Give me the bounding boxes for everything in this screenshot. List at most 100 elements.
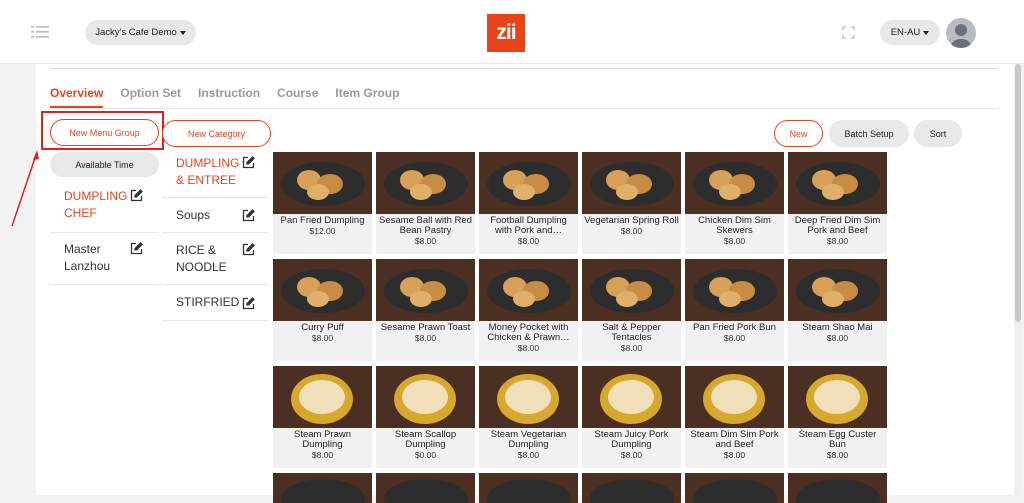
caret-down-icon: [923, 30, 930, 35]
menu-group-label: DUMPLING CHEF: [64, 189, 128, 220]
menu-item-card[interactable]: Sesame Prawn Toast $8.00: [376, 259, 475, 361]
menu-item-card[interactable]: Sesame Ball with Red Bean Pastry $8.00: [376, 152, 475, 254]
new-button[interactable]: New: [774, 120, 823, 147]
edit-icon[interactable]: [242, 297, 255, 310]
menu-item-card[interactable]: Steam Dim Sim Pork and Beef $8.00: [685, 366, 784, 468]
food-photo: [273, 152, 372, 214]
food-photo: [376, 259, 475, 321]
available-time-button[interactable]: Available Time: [50, 152, 159, 177]
menu-item-card[interactable]: [273, 473, 372, 503]
food-photo: [479, 366, 578, 428]
menu-item-card[interactable]: [788, 473, 887, 503]
food-photo: [685, 259, 784, 321]
edit-icon[interactable]: [242, 243, 255, 256]
menu-item-card[interactable]: Salt & Pepper Tentacles $8.00: [582, 259, 681, 361]
batch-setup-button[interactable]: Batch Setup: [829, 120, 909, 147]
item-price: $8.00: [723, 333, 746, 343]
item-price: $8.00: [311, 333, 334, 343]
menu-item-card[interactable]: Curry Puff $8.00: [273, 259, 372, 361]
menu-group-label: Master Lanzhou: [64, 242, 111, 273]
food-photo: [273, 473, 372, 503]
item-name: Football Dumpling with Pork and…: [490, 215, 567, 236]
item-name: Curry Puff: [301, 322, 344, 333]
item-name: Steam Dim Sim Pork and Beef: [690, 429, 779, 450]
item-price: $8.00: [723, 236, 746, 246]
tab-instruction[interactable]: Instruction: [198, 86, 260, 108]
main-content: Overview Option Set Instruction Course I…: [36, 64, 1018, 503]
item-price: $0.00: [414, 450, 437, 460]
tab-option-set[interactable]: Option Set: [120, 86, 181, 108]
edit-icon[interactable]: [242, 156, 255, 169]
food-photo: [376, 152, 475, 214]
food-photo: [273, 366, 372, 428]
language-selector[interactable]: EN-AU: [880, 20, 940, 45]
category-label: Soups: [176, 207, 211, 222]
menu-item-card[interactable]: Deep Fried Dim Sim Pork and Beef $8.00: [788, 152, 887, 254]
top-bar: Jacky's Cafe Demo zii EN-AU: [0, 0, 1024, 64]
food-photo: [788, 259, 887, 321]
food-photo: [582, 473, 681, 503]
item-price: $8.00: [723, 450, 746, 460]
category-item[interactable]: Soups: [162, 198, 268, 233]
menu-item-card[interactable]: [376, 473, 475, 503]
new-category-button[interactable]: New Category: [162, 120, 271, 147]
item-price: $8.00: [826, 450, 849, 460]
food-photo: [273, 259, 372, 321]
shop-selector[interactable]: Jacky's Cafe Demo: [85, 20, 196, 45]
menu-item-card[interactable]: Steam Shao Mai $8.00: [788, 259, 887, 361]
avatar[interactable]: [946, 18, 976, 48]
menu-item-card[interactable]: Steam Juicy Pork Dumpling $8.00: [582, 366, 681, 468]
menu-item-card[interactable]: Steam Egg Custer Bun $8.00: [788, 366, 887, 468]
item-price: $8.00: [311, 450, 334, 460]
sort-button[interactable]: Sort: [914, 120, 962, 147]
item-price: $8.00: [826, 333, 849, 343]
scrollbar[interactable]: [1014, 64, 1022, 495]
item-price: $12.00: [309, 226, 336, 236]
menu-item-card[interactable]: [479, 473, 578, 503]
category-item[interactable]: RICE & NOODLE: [162, 233, 268, 285]
menu-item-card[interactable]: Steam Vegetarian Dumpling $8.00: [479, 366, 578, 468]
tab-bar: Overview Option Set Instruction Course I…: [50, 86, 399, 108]
menu-item-card[interactable]: [685, 473, 784, 503]
menu-item-card[interactable]: Football Dumpling with Pork and… $8.00: [479, 152, 578, 254]
fullscreen-icon[interactable]: [842, 26, 855, 39]
scrollbar-thumb[interactable]: [1015, 64, 1021, 322]
edit-icon[interactable]: [130, 189, 143, 202]
food-photo: [788, 366, 887, 428]
food-photo: [582, 152, 681, 214]
edit-icon[interactable]: [242, 209, 255, 222]
item-name: Salt & Pepper Tentacles: [602, 322, 661, 343]
item-name: Vegetarian Spring Roll: [584, 215, 679, 226]
item-price: $8.00: [414, 333, 437, 343]
menu-item-card[interactable]: Steam Prawn Dumpling $8.00: [273, 366, 372, 468]
item-name: Deep Fried Dim Sim Pork and Beef: [794, 215, 881, 236]
tab-item-group[interactable]: Item Group: [335, 86, 399, 108]
item-price: $8.00: [517, 450, 540, 460]
edit-icon[interactable]: [130, 242, 143, 255]
item-name: Pan Fried Pork Bun: [693, 322, 776, 333]
category-item[interactable]: DUMPLING & ENTREE: [162, 147, 268, 198]
item-name: Pan Fried Dumpling: [280, 215, 365, 226]
item-name: Sesame Ball with Red Bean Pastry: [379, 215, 472, 236]
menu-item-card[interactable]: Pan Fried Pork Bun $8.00: [685, 259, 784, 361]
food-photo: [479, 259, 578, 321]
food-photo: [582, 259, 681, 321]
caret-down-icon: [179, 30, 186, 35]
item-name: Steam Egg Custer Bun: [798, 429, 877, 450]
menu-group-item[interactable]: Master Lanzhou: [50, 233, 159, 285]
tab-course[interactable]: Course: [277, 86, 318, 108]
item-name: Steam Vegetarian Dumpling: [490, 429, 567, 450]
food-photo: [376, 473, 475, 503]
menu-item-card[interactable]: Vegetarian Spring Roll $8.00: [582, 152, 681, 254]
menu-item-card[interactable]: Chicken Dim Sim Skewers $8.00: [685, 152, 784, 254]
menu-item-card[interactable]: Pan Fried Dumpling $12.00: [273, 152, 372, 254]
menu-item-card[interactable]: Steam Scallop Dumpling $0.00: [376, 366, 475, 468]
item-name: Steam Scallop Dumpling: [394, 429, 457, 450]
category-label: STIRFRIED: [176, 295, 240, 309]
menu-item-card[interactable]: Money Pocket with Chicken & Prawn… $8.00: [479, 259, 578, 361]
menu-item-card[interactable]: [582, 473, 681, 503]
category-item[interactable]: STIRFRIED: [162, 285, 268, 321]
menu-group-item[interactable]: DUMPLING CHEF: [50, 180, 159, 233]
new-menu-group-button[interactable]: New Menu Group: [50, 119, 159, 146]
logo: zii: [487, 14, 525, 52]
